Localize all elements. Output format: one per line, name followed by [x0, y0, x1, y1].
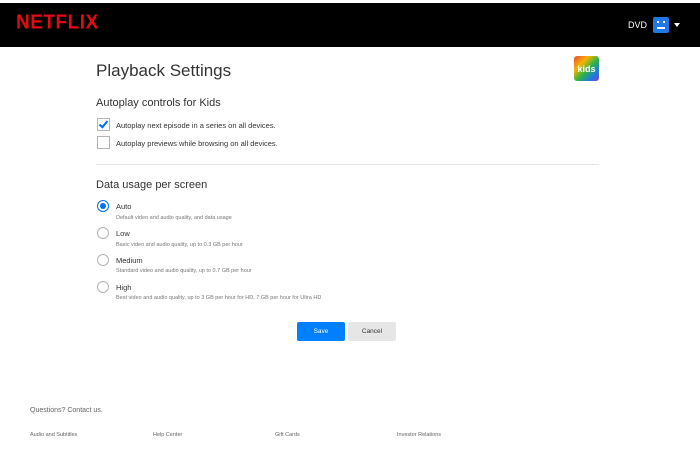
data-usage-high-label: High [116, 283, 132, 292]
radio-high[interactable] [97, 281, 109, 293]
autoplay-previews-label: Autoplay previews while browsing on all … [116, 139, 278, 148]
caret-down-icon[interactable] [674, 23, 680, 27]
data-usage-low-desc: Basic video and audio quality, up to 0.3… [116, 242, 243, 248]
data-usage-low-label: Low [116, 229, 130, 238]
radio-auto[interactable] [97, 200, 109, 212]
radio-selected-dot [100, 203, 106, 209]
data-usage-auto-desc: Default video and audio quality, and dat… [116, 215, 232, 221]
data-usage-section-title: Data usage per screen [96, 179, 208, 191]
cancel-button[interactable]: Cancel [348, 322, 396, 341]
profile-avatar-icon[interactable] [653, 17, 669, 33]
checkmark-icon [98, 118, 109, 129]
section-divider [96, 164, 599, 165]
top-nav-bar: NETFLIX DVD [0, 3, 700, 47]
data-usage-medium-label: Medium [116, 256, 143, 265]
radio-low[interactable] [97, 227, 109, 239]
radio-medium[interactable] [97, 254, 109, 266]
kids-badge-label: kids [577, 63, 596, 74]
footer-link-audio-subtitles[interactable]: Audio and Subtitles [30, 432, 77, 438]
save-button[interactable]: Save [297, 322, 345, 341]
contact-us-link[interactable]: Questions? Contact us. [30, 407, 103, 414]
autoplay-previews-checkbox[interactable] [97, 136, 110, 149]
footer-link-help-center[interactable]: Help Center [153, 432, 182, 438]
data-usage-auto-label: Auto [116, 202, 132, 211]
data-usage-high-desc: Best video and audio quality, up to 3 GB… [116, 295, 322, 301]
kids-profile-icon: kids [574, 56, 599, 81]
netflix-logo[interactable]: NETFLIX [16, 11, 99, 34]
autoplay-next-episode-label: Autoplay next episode in a series on all… [116, 121, 276, 130]
page-title: Playback Settings [96, 61, 232, 80]
autoplay-section-title: Autoplay controls for Kids [96, 97, 221, 109]
autoplay-next-episode-checkbox[interactable] [97, 118, 110, 131]
footer-link-gift-cards[interactable]: Gift Cards [275, 432, 300, 438]
footer-link-investor-relations[interactable]: Investor Relations [397, 432, 441, 438]
data-usage-medium-desc: Standard video and audio quality, up to … [116, 268, 252, 274]
profile-name[interactable]: DVD [628, 20, 647, 30]
